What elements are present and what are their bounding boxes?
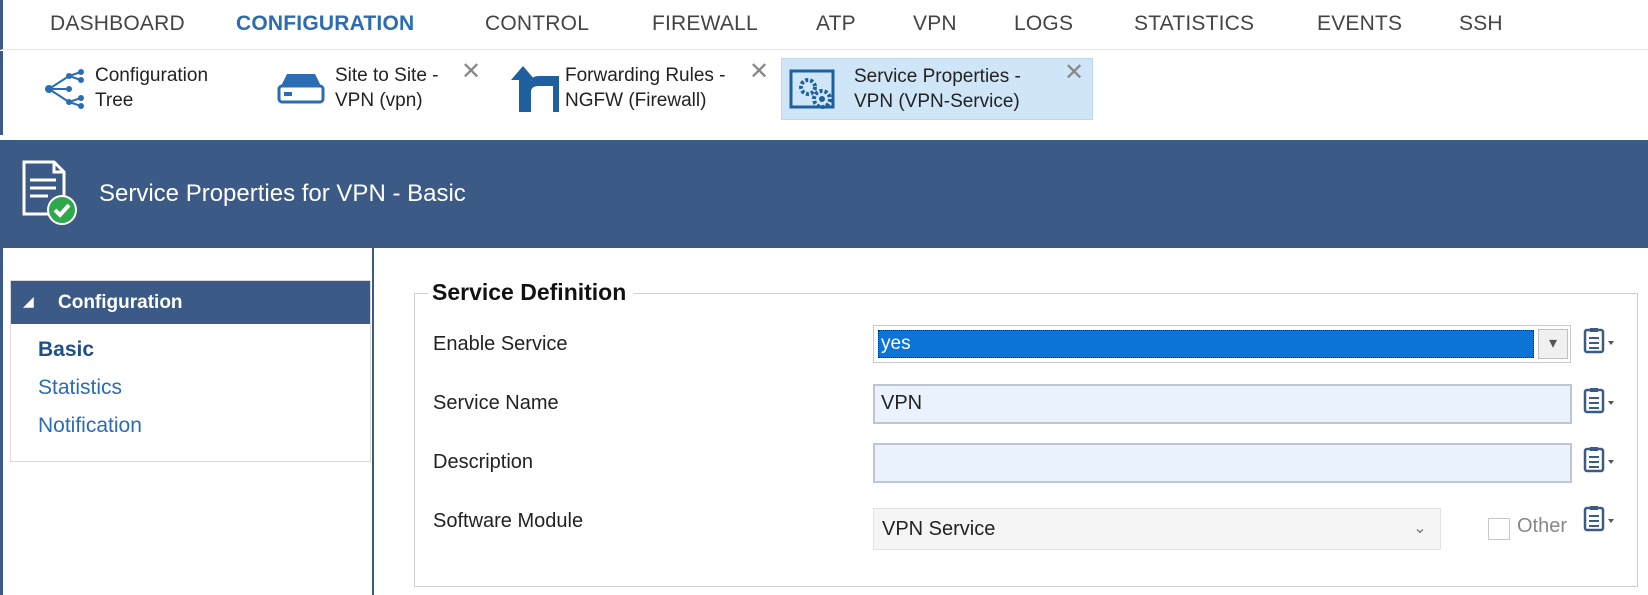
other-checkbox-label: Other — [1517, 515, 1568, 537]
sidebar-panel: ◢ Configuration Basic Statistics Notific… — [10, 280, 371, 462]
configuration-tree-icon — [45, 69, 84, 109]
software-module-select[interactable]: VPN Service ⌄ — [873, 508, 1441, 550]
sidebar-item-statistics[interactable]: Statistics — [38, 376, 122, 400]
sidebar-section-header[interactable]: ◢ Configuration — [11, 281, 370, 324]
tab-label-line1: Configuration — [95, 65, 209, 86]
page-title: Service Properties for VPN - Basic — [99, 180, 466, 207]
software-module-label: Software Module — [433, 510, 584, 532]
service-name-label: Service Name — [433, 392, 559, 414]
nav-logs[interactable]: LOGS — [1014, 12, 1073, 36]
tab-site-to-site-vpn[interactable]: Site to Site - VPN (vpn) ✕ — [269, 58, 497, 120]
nav-vpn[interactable]: VPN — [913, 12, 957, 36]
close-icon[interactable]: ✕ — [749, 60, 769, 84]
close-icon[interactable]: ✕ — [461, 60, 481, 84]
tab-label-line1: Service Properties - — [854, 66, 1021, 87]
service-name-input[interactable]: VPN — [873, 384, 1572, 424]
group-legend: Service Definition — [428, 279, 635, 306]
top-navigation: DASHBOARD CONFIGURATION CONTROL FIREWALL… — [0, 0, 1648, 50]
tab-label-line1: Forwarding Rules - — [565, 65, 726, 86]
tab-label-line2: VPN (VPN-Service) — [854, 91, 1020, 112]
nav-configuration[interactable]: CONFIGURATION — [236, 12, 414, 36]
clipboard-menu-icon[interactable] — [1581, 326, 1617, 356]
description-label: Description — [433, 451, 534, 473]
nav-control[interactable]: CONTROL — [485, 12, 589, 36]
tab-label: Configuration Tree — [95, 63, 208, 113]
vpn-drive-icon — [277, 74, 325, 104]
nav-dashboard[interactable]: DASHBOARD — [50, 12, 185, 36]
nav-events[interactable]: EVENTS — [1317, 12, 1402, 36]
chevron-down-icon[interactable]: ⌄ — [1406, 515, 1434, 543]
tab-label-line2: Tree — [95, 90, 134, 111]
main-content: Service Definition Enable Service yes ▾ … — [376, 248, 1648, 595]
tab-strip: Configuration Tree Site to Site - VPN (v… — [0, 51, 1648, 135]
close-icon[interactable]: ✕ — [1064, 61, 1084, 85]
tab-label: Site to Site - VPN (vpn) — [335, 63, 439, 113]
tab-label-line2: NGFW (Firewall) — [565, 90, 707, 111]
collapse-triangle-icon[interactable]: ◢ — [23, 293, 34, 310]
tab-service-properties[interactable]: Service Properties - VPN (VPN-Service) ✕ — [781, 58, 1093, 120]
sidebar-item-notification[interactable]: Notification — [38, 414, 142, 438]
clipboard-menu-icon[interactable] — [1581, 504, 1617, 534]
nav-atp[interactable]: ATP — [816, 12, 856, 36]
sidebar-item-basic[interactable]: Basic — [38, 338, 94, 362]
enable-service-value: yes — [878, 330, 1534, 358]
chevron-down-icon[interactable]: ▾ — [1538, 329, 1568, 359]
tab-label: Forwarding Rules - NGFW (Firewall) — [565, 63, 726, 113]
forwarding-arrow-icon — [511, 66, 559, 112]
nav-ssh[interactable]: SSH — [1459, 12, 1503, 36]
page-title-bar: Service Properties for VPN - Basic — [0, 140, 1648, 248]
service-gears-icon — [789, 69, 835, 109]
tab-label-line1: Site to Site - — [335, 65, 439, 86]
enable-service-label: Enable Service — [433, 333, 568, 355]
sidebar-section-title: Configuration — [58, 292, 183, 313]
nav-firewall[interactable]: FIREWALL — [652, 12, 758, 36]
clipboard-menu-icon[interactable] — [1581, 445, 1617, 475]
tab-label-line2: VPN (vpn) — [335, 90, 423, 111]
tab-forwarding-rules[interactable]: Forwarding Rules - NGFW (Firewall) ✕ — [503, 58, 775, 120]
enable-service-select[interactable]: yes ▾ — [873, 325, 1571, 363]
description-input[interactable] — [873, 443, 1572, 483]
clipboard-menu-icon[interactable] — [1581, 386, 1617, 416]
tab-configuration-tree[interactable]: Configuration Tree — [33, 58, 263, 120]
software-module-value: VPN Service — [882, 518, 996, 540]
other-checkbox[interactable] — [1488, 518, 1510, 540]
document-check-icon — [22, 160, 77, 225]
tab-label: Service Properties - VPN (VPN-Service) — [854, 64, 1021, 114]
sidebar: ◢ Configuration Basic Statistics Notific… — [0, 248, 374, 595]
nav-statistics[interactable]: STATISTICS — [1134, 12, 1254, 36]
